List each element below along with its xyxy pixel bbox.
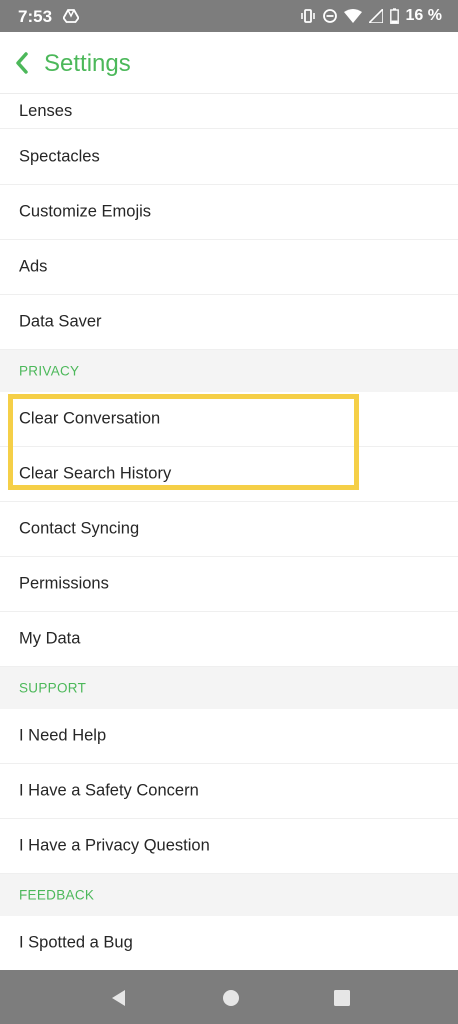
battery-icon	[389, 8, 399, 24]
settings-item-label: Ads	[19, 257, 48, 276]
settings-item-spectacles[interactable]: Spectacles	[0, 130, 458, 185]
dnd-icon	[322, 9, 337, 23]
settings-item-data-saver[interactable]: Data Saver	[0, 295, 458, 350]
settings-item-label: Customize Emojis	[19, 202, 152, 221]
settings-header: Settings	[0, 32, 458, 94]
settings-item-label: Permissions	[19, 574, 109, 593]
status-bar: 7:53 16 %	[0, 0, 458, 32]
section-header-support: SUPPORT	[0, 667, 458, 709]
navigation-bar	[0, 970, 458, 1024]
settings-item-label: I Need Help	[19, 726, 107, 745]
back-triangle-icon[interactable]	[108, 987, 130, 1009]
wifi-icon	[343, 9, 362, 23]
settings-item-label: Lenses	[19, 102, 73, 120]
section-label: FEEDBACK	[19, 887, 95, 903]
drive-icon	[63, 9, 79, 23]
settings-item-label: Contact Syncing	[19, 519, 140, 538]
settings-item-my-data[interactable]: My Data	[0, 612, 458, 667]
settings-item-label: Spectacles	[19, 147, 100, 166]
settings-item-i-need-help[interactable]: I Need Help	[0, 709, 458, 764]
settings-item-label: Clear Conversation	[19, 409, 161, 428]
recents-square-icon[interactable]	[331, 987, 353, 1009]
settings-item-label: I Spotted a Bug	[19, 933, 133, 952]
settings-item-privacy-question[interactable]: I Have a Privacy Question	[0, 819, 458, 874]
settings-item-permissions[interactable]: Permissions	[0, 557, 458, 612]
settings-item-label: My Data	[19, 629, 81, 648]
status-time: 7:53	[18, 7, 53, 26]
settings-item-clear-search-history[interactable]: Clear Search History	[0, 447, 458, 502]
settings-item-spotted-bug[interactable]: I Spotted a Bug	[0, 916, 458, 971]
settings-item-label: Data Saver	[19, 312, 102, 331]
settings-item-label: Clear Search History	[19, 464, 172, 483]
signal-icon	[368, 9, 383, 23]
settings-item-safety-concern[interactable]: I Have a Safety Concern	[0, 764, 458, 819]
section-label: SUPPORT	[19, 680, 87, 696]
settings-item-lenses[interactable]: Lenses	[0, 94, 458, 129]
home-circle-icon[interactable]	[220, 987, 242, 1009]
page-title: Settings	[44, 50, 131, 77]
settings-item-label: I Have a Safety Concern	[19, 781, 199, 800]
settings-item-label: I Have a Privacy Question	[19, 836, 210, 855]
settings-item-clear-conversation[interactable]: Clear Conversation	[0, 392, 458, 447]
vibrate-icon	[300, 9, 315, 23]
settings-item-customize-emojis[interactable]: Customize Emojis	[0, 185, 458, 240]
chevron-left-icon[interactable]	[14, 52, 30, 74]
settings-item-contact-syncing[interactable]: Contact Syncing	[0, 502, 458, 557]
section-label: PRIVACY	[19, 363, 80, 379]
section-header-privacy: PRIVACY	[0, 350, 458, 392]
battery-percent: 16 %	[405, 7, 442, 24]
settings-item-ads[interactable]: Ads	[0, 240, 458, 295]
section-header-feedback: FEEDBACK	[0, 874, 458, 916]
